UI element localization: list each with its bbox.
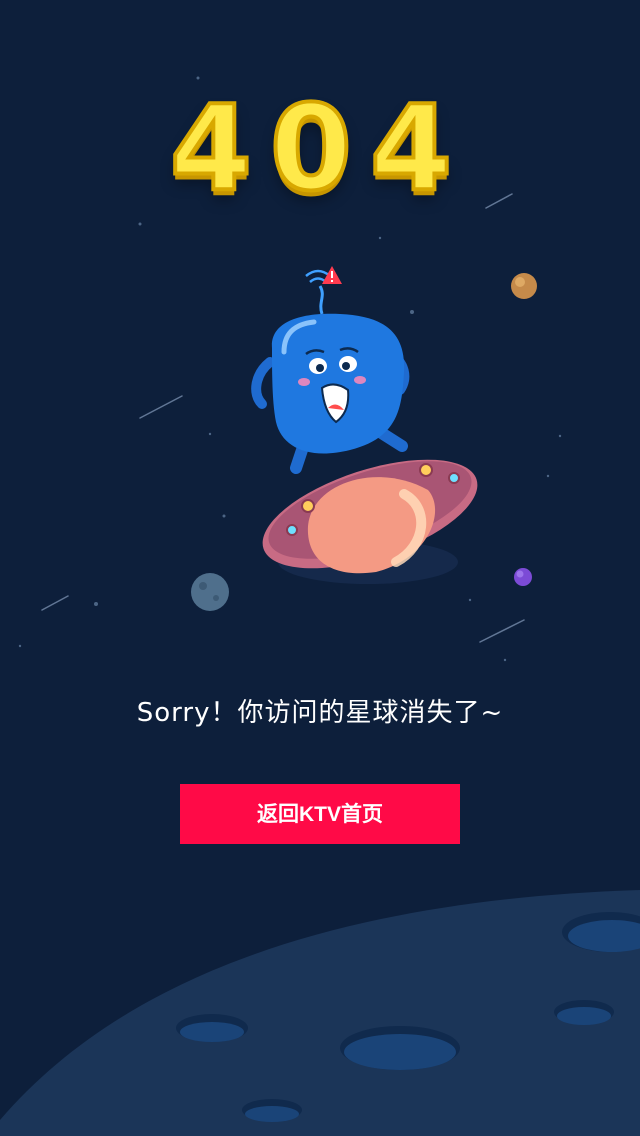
orange-planet bbox=[511, 273, 537, 299]
error-code-404: 404 bbox=[168, 77, 471, 219]
purple-planet bbox=[514, 568, 532, 586]
return-home-button[interactable]: 返回KTV首页 bbox=[180, 784, 460, 844]
moon-surface bbox=[0, 890, 640, 1136]
error-message: Sorry！你访问的星球消失了~ bbox=[136, 698, 504, 728]
warning-icon bbox=[322, 266, 342, 284]
robot-ufo-illustration bbox=[251, 266, 478, 584]
error-page: 404 Sorry！你访问的星球消失了~ 返回KTV首页 bbox=[0, 0, 640, 1136]
